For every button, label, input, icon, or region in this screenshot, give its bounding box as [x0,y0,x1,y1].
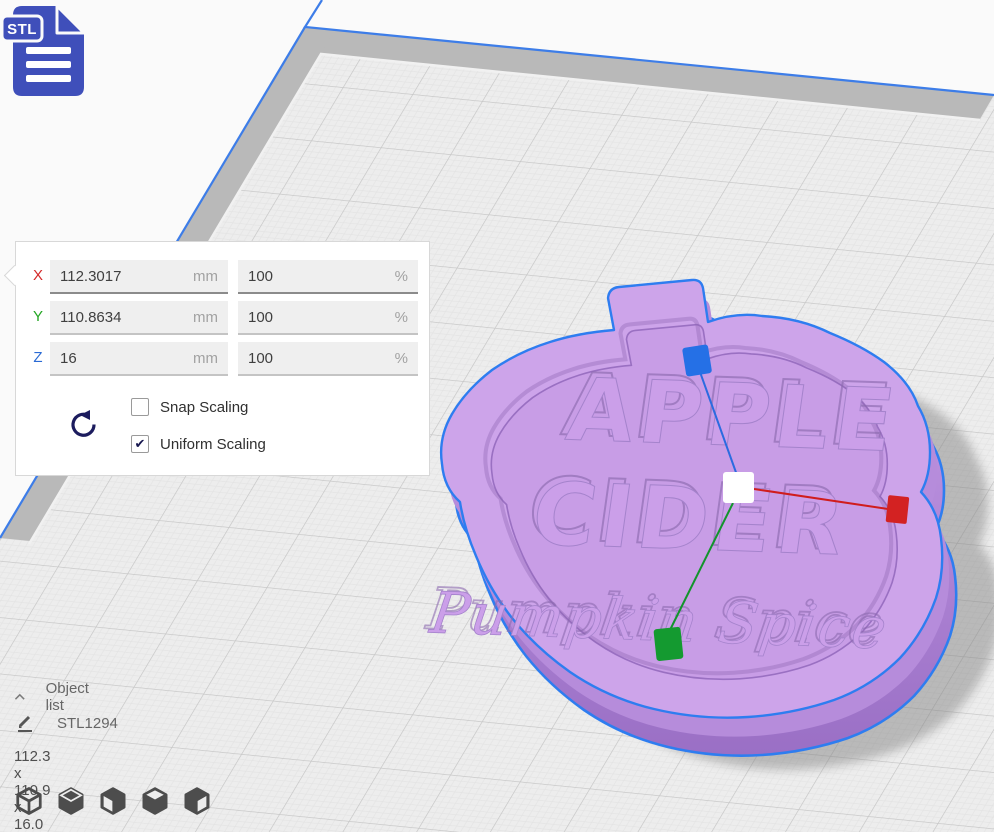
x-percent-value: 100 [248,268,273,285]
scale-handle-x[interactable] [886,495,910,524]
scale-row-z: Z 16 mm 100 % [16,342,429,376]
axis-y-label: Y [28,308,48,325]
object-list-header[interactable]: Object list [14,680,93,714]
scale-handle-center[interactable] [723,472,754,503]
snap-scaling-label: Snap Scaling [160,399,248,416]
object-list-title: Object list [46,680,94,714]
cura-slicer-window: APPLE APPLE CIDER CIDER Pumpkin Spice Pu… [0,0,994,832]
y-percent-value: 100 [248,309,273,326]
scale-row-x: X 112.3017 mm 100 % [16,260,429,294]
x-size-unit: mm [193,268,218,285]
uniform-scaling-option[interactable]: ✔ Uniform Scaling [131,434,266,454]
model-text-cider: CIDER [526,465,855,576]
z-size-value: 16 [60,350,77,367]
folded-corner [57,6,84,33]
document-lines-icon [26,47,71,82]
pencil-icon [16,714,35,733]
z-size-input[interactable]: 16 mm [50,342,228,376]
x-size-input[interactable]: 112.3017 mm [50,260,228,294]
3d-view-icon[interactable] [14,786,44,816]
top-view-icon[interactable] [98,786,128,816]
object-list-item[interactable]: STL1294 [16,714,118,733]
x-percent-unit: % [395,268,408,285]
axis-z-label: Z [28,349,48,366]
object-list-item-label: STL1294 [57,715,118,732]
z-percent-value: 100 [248,350,273,367]
chevron-up-icon [14,692,26,702]
model-text-apple: APPLE [561,361,905,472]
scale-handle-y[interactable] [653,627,683,662]
y-percent-unit: % [395,309,408,326]
uniform-scaling-checkbox[interactable]: ✔ [131,435,149,453]
y-size-input[interactable]: 110.8634 mm [50,301,228,335]
y-size-value: 110.8634 [60,309,121,326]
scale-tool-panel: X 112.3017 mm 100 % Y 110.8634 mm 100 % … [15,241,430,476]
stl-file-icon[interactable]: STL [0,2,92,102]
reset-icon [73,414,94,435]
axis-x-label: X [28,267,48,284]
x-size-value: 112.3017 [60,268,121,285]
y-percent-input[interactable]: 100 % [238,301,418,335]
camera-view-toolbar [14,786,212,816]
x-percent-input[interactable]: 100 % [238,260,418,294]
snap-scaling-checkbox[interactable] [131,398,149,416]
snap-scaling-option[interactable]: Snap Scaling [131,397,248,417]
left-view-icon[interactable] [140,786,170,816]
z-percent-input[interactable]: 100 % [238,342,418,376]
scale-handle-z[interactable] [682,344,712,377]
stl-badge-label: STL [7,21,37,38]
scale-row-y: Y 110.8634 mm 100 % [16,301,429,335]
z-percent-unit: % [395,350,408,367]
reset-scale-button[interactable] [66,408,98,440]
y-size-unit: mm [193,309,218,326]
right-view-icon[interactable] [182,786,212,816]
reset-icon-arrow [80,410,90,420]
z-size-unit: mm [193,350,218,367]
front-view-icon[interactable] [56,786,86,816]
uniform-scaling-label: Uniform Scaling [160,436,266,453]
